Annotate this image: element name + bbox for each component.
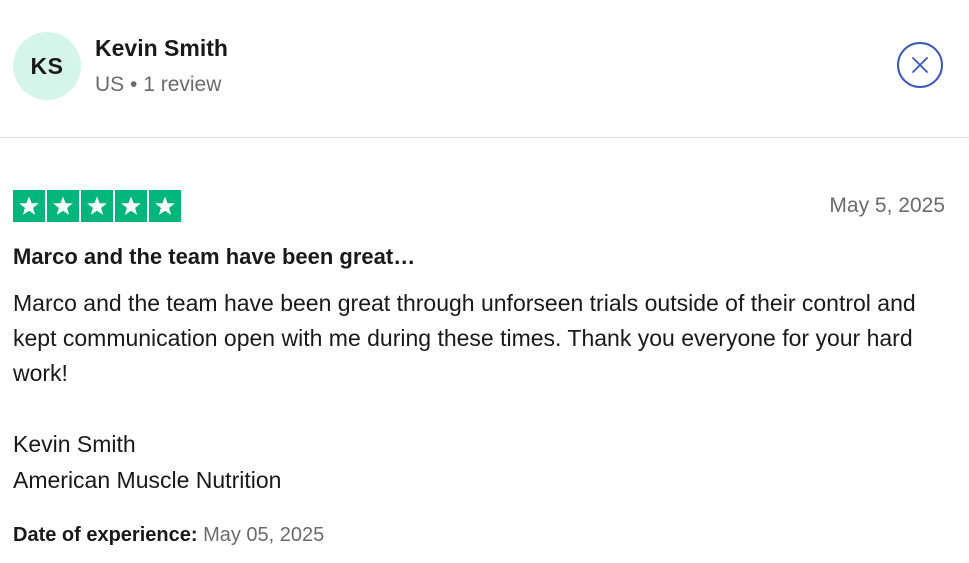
signature-name: Kevin Smith bbox=[13, 431, 136, 457]
review-text: Marco and the team have been great throu… bbox=[13, 290, 916, 386]
star-icon bbox=[115, 190, 147, 222]
star-icon bbox=[81, 190, 113, 222]
review-body: Marco and the team have been great throu… bbox=[13, 286, 943, 391]
reviewer-header: KS Kevin Smith US • 1 review bbox=[0, 0, 969, 138]
reviewer-name[interactable]: Kevin Smith bbox=[95, 35, 228, 62]
review-title[interactable]: Marco and the team have been great… bbox=[13, 244, 415, 270]
star-icon bbox=[47, 190, 79, 222]
experience-label: Date of experience: bbox=[13, 524, 198, 546]
date-of-experience: Date of experience: May 05, 2025 bbox=[13, 524, 324, 547]
reviewer-meta: US • 1 review bbox=[95, 73, 222, 96]
review-signature: Kevin Smith American Muscle Nutrition bbox=[13, 426, 281, 498]
star-icon bbox=[149, 190, 181, 222]
review-date: May 5, 2025 bbox=[829, 194, 945, 217]
avatar: KS bbox=[13, 32, 81, 100]
star-icon bbox=[13, 190, 45, 222]
close-icon bbox=[912, 57, 928, 73]
close-button[interactable] bbox=[897, 42, 943, 88]
signature-company: American Muscle Nutrition bbox=[13, 467, 282, 493]
star-rating bbox=[13, 190, 183, 222]
experience-date: May 05, 2025 bbox=[203, 524, 325, 546]
